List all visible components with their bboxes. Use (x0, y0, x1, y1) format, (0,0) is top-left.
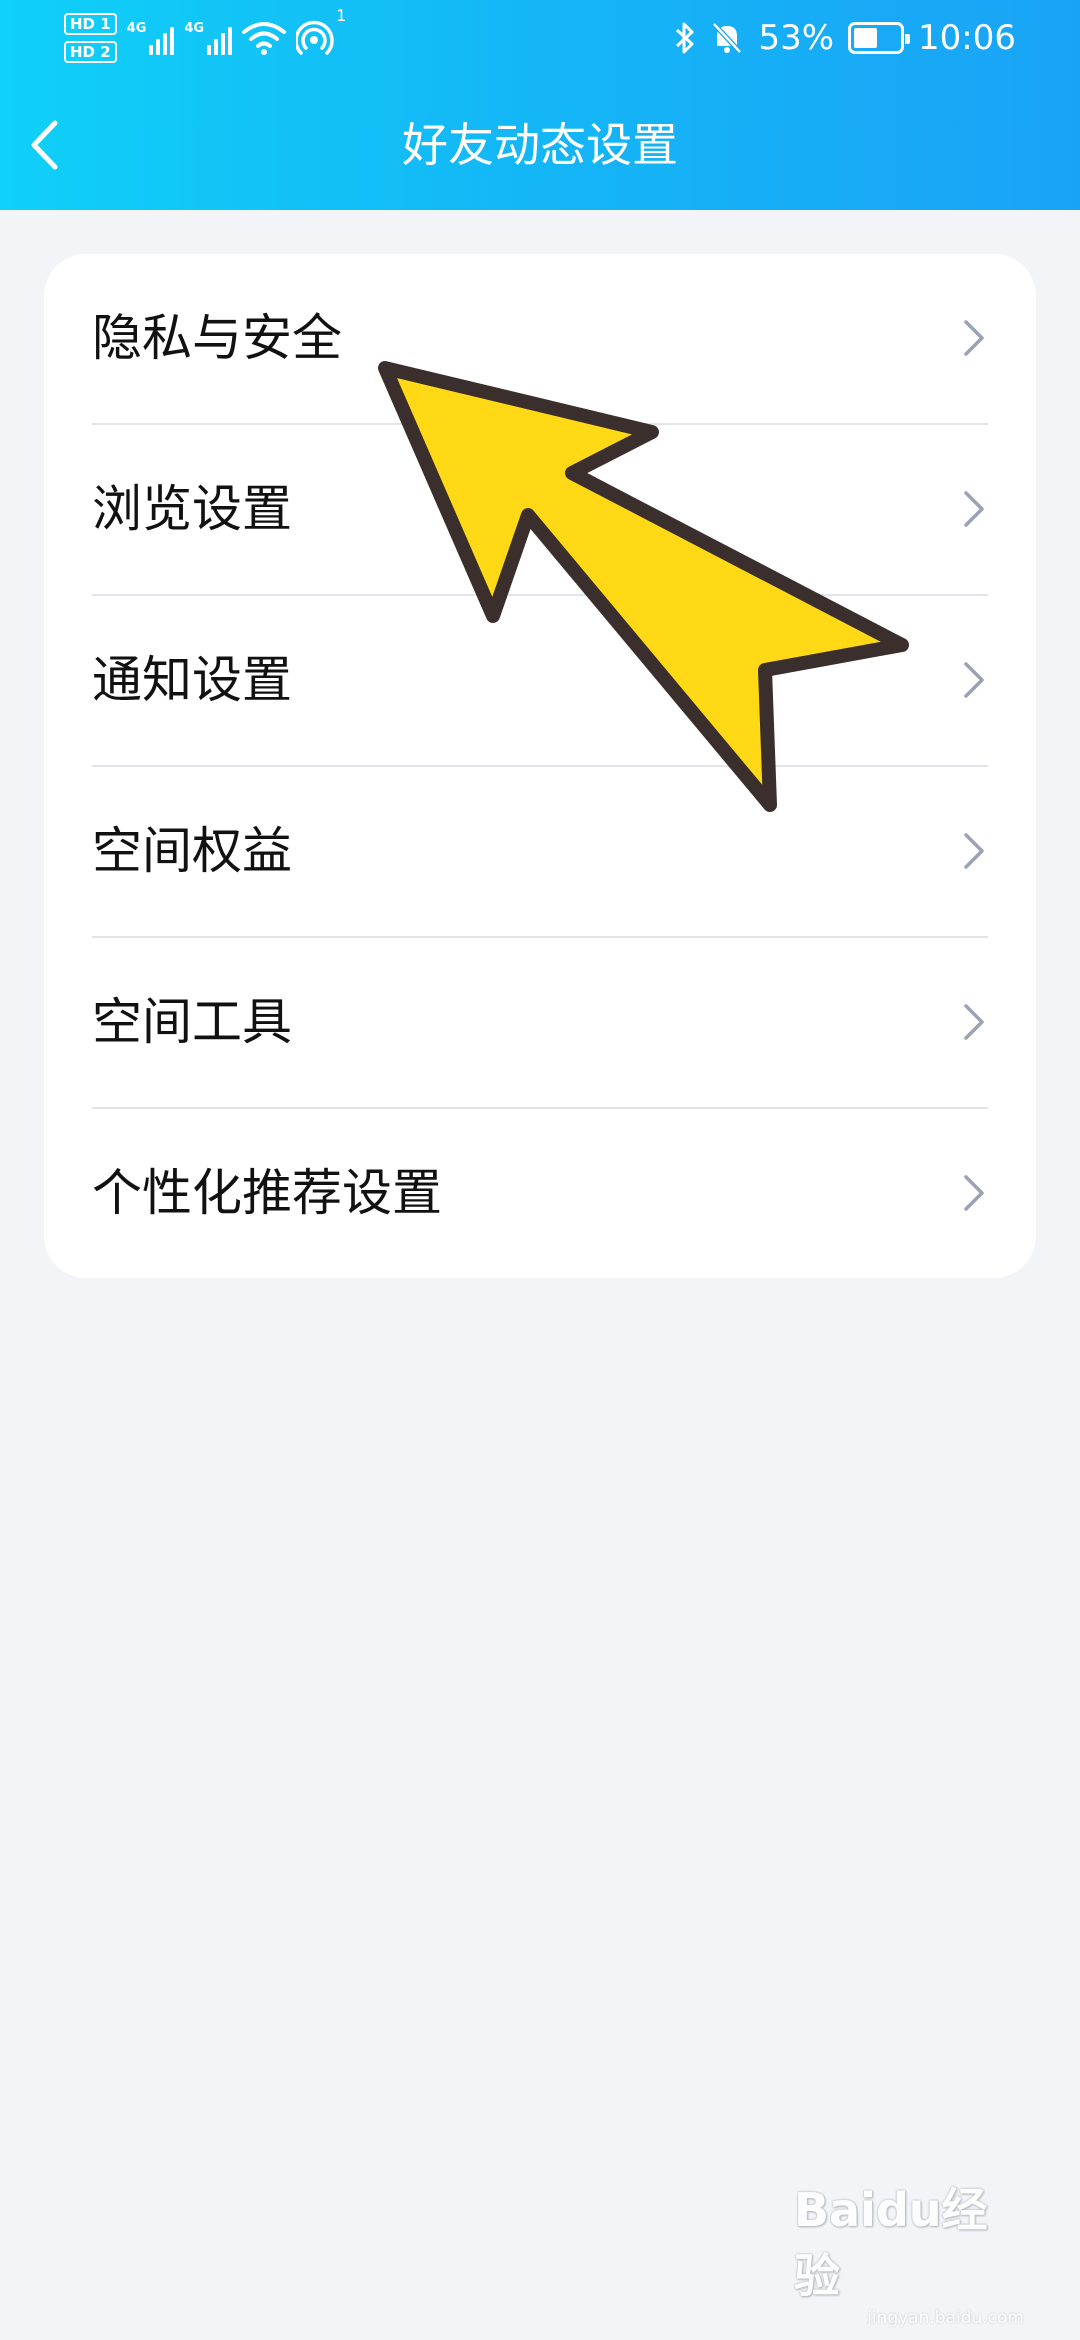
sim1-badge: HD 1 (64, 13, 117, 35)
chevron-right-icon (964, 1004, 984, 1040)
hotspot-icon (296, 20, 334, 55)
hotspot-count: 1 (336, 6, 347, 25)
clock: 10:06 (918, 18, 1016, 58)
battery-fill (854, 28, 878, 48)
status-bar: HD 1 HD 2 4G 4G 1 53% 10:06 (0, 0, 1080, 76)
watermark-text: Baidu经验 (794, 2183, 988, 2303)
settings-item-label: 空间工具 (92, 993, 292, 1051)
network-1-label: 4G (126, 21, 147, 36)
settings-item-privacy-security[interactable]: 隐私与安全 (92, 254, 988, 425)
settings-card: 隐私与安全 浏览设置 通知设置 空间权益 空间工具 个性化推荐设置 (44, 254, 1036, 1278)
page-title: 好友动态设置 (402, 118, 678, 172)
chevron-right-icon (964, 491, 984, 527)
watermark-subtext: jingyan.baidu.com (867, 2308, 1024, 2328)
signal-2-icon: 4G (184, 21, 233, 55)
baidu-watermark: Baidu经验 jingyan.baidu.com (794, 2183, 1024, 2328)
settings-item-space-benefits[interactable]: 空间权益 (92, 767, 988, 938)
chevron-right-icon (964, 1175, 984, 1211)
settings-item-label: 空间权益 (92, 822, 292, 880)
status-right: 53% 10:06 (674, 12, 1016, 64)
network-2-label: 4G (184, 21, 205, 36)
settings-item-label: 个性化推荐设置 (92, 1164, 442, 1222)
settings-item-notifications[interactable]: 通知设置 (92, 596, 988, 767)
settings-item-label: 隐私与安全 (92, 309, 342, 367)
signal-1-icon: 4G (127, 21, 175, 55)
chevron-right-icon (964, 320, 984, 356)
settings-item-personalized-recommendations[interactable]: 个性化推荐设置 (92, 1109, 988, 1278)
status-left: HD 1 HD 2 4G 4G 1 (64, 6, 346, 70)
chevron-right-icon (964, 833, 984, 869)
settings-item-browsing[interactable]: 浏览设置 (92, 425, 988, 596)
settings-item-label: 浏览设置 (92, 480, 292, 538)
wifi-icon (242, 22, 287, 55)
bell-muted-icon (712, 22, 743, 54)
app-header: HD 1 HD 2 4G 4G 1 53% 10:06 好友动态设置 (0, 0, 1080, 210)
bluetooth-icon (676, 22, 694, 54)
sim2-badge: HD 2 (64, 41, 117, 63)
battery-percent: 53% (758, 18, 835, 58)
settings-item-space-tools[interactable]: 空间工具 (92, 938, 988, 1109)
battery-icon (848, 22, 911, 54)
chevron-right-icon (964, 662, 984, 698)
sim-labels: HD 1 HD 2 (64, 13, 117, 63)
settings-item-label: 通知设置 (92, 651, 292, 709)
